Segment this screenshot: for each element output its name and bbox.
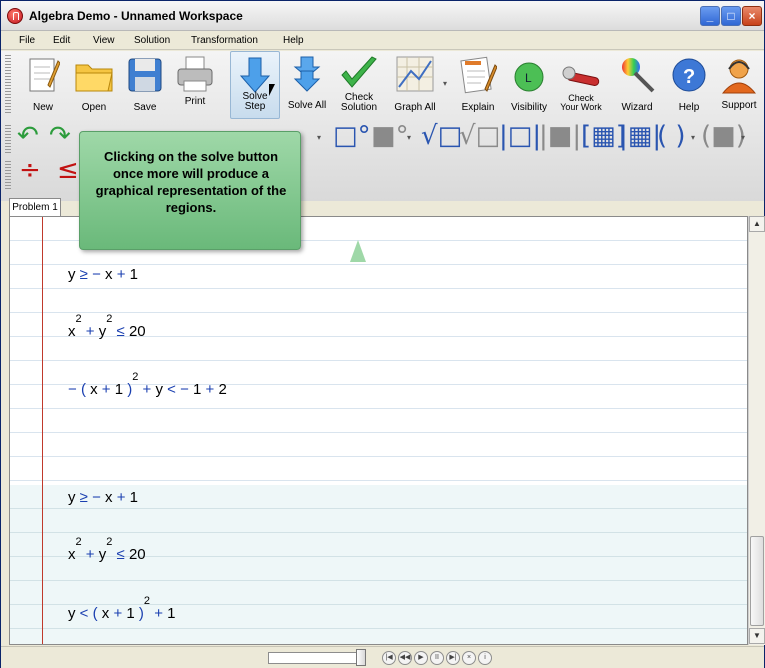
info-icon[interactable]: i — [478, 651, 492, 665]
menu-transformation[interactable]: Transformation — [191, 35, 258, 46]
svg-text:?: ? — [683, 66, 695, 88]
magic-wand-icon — [622, 58, 655, 93]
undo-icon[interactable]: ↶ — [17, 121, 39, 151]
help-icon: ? — [672, 58, 706, 92]
app-icon — [7, 8, 23, 24]
callout-pointer — [350, 240, 366, 262]
checkmark-icon — [341, 56, 377, 88]
status-bar: |◀ ◀◀ ▶ II ▶| × i — [1, 646, 764, 668]
app-window: Algebra Demo - Unnamed Workspace _ □ × F… — [0, 0, 765, 668]
absolute-value-icon[interactable]: |□| — [499, 121, 541, 151]
minimize-button[interactable]: _ — [700, 6, 720, 26]
help-button[interactable]: ? Help — [667, 51, 711, 119]
chevron-down-icon[interactable]: ▾ — [317, 133, 321, 142]
playback-slider-track[interactable] — [268, 652, 364, 664]
chevron-down-icon[interactable]: ▾ — [741, 133, 745, 142]
equation-6[interactable]: y < ( x + 1 )2 + 1 — [68, 595, 175, 622]
double-down-arrow-icon — [293, 56, 321, 92]
menu-bar: File Edit View Solution Transformation H… — [1, 32, 764, 50]
divide-icon[interactable]: ÷ — [19, 155, 41, 185]
mouse-cursor-icon — [269, 84, 281, 96]
wrench-icon — [562, 66, 600, 86]
play-icon[interactable]: ▶ — [414, 651, 428, 665]
playback-slider-handle[interactable] — [356, 649, 366, 666]
skip-start-icon[interactable]: |◀ — [382, 651, 396, 665]
printer-icon — [177, 56, 213, 92]
equation-3[interactable]: − ( x + 1 )2 + y < − 1 + 2 — [68, 371, 227, 398]
visibility-button[interactable]: L Visibility — [505, 51, 553, 119]
tutorial-callout: Clicking on the solve button once more w… — [79, 131, 366, 262]
scroll-up-icon[interactable]: ▲ — [749, 216, 765, 232]
scroll-thumb[interactable] — [750, 536, 764, 626]
title-bar: Algebra Demo - Unnamed Workspace _ □ × — [1, 1, 764, 31]
tab-problem-1[interactable]: Problem 1 — [9, 198, 61, 216]
redo-icon[interactable]: ↷ — [49, 121, 71, 151]
stop-icon[interactable]: × — [462, 651, 476, 665]
check-solution-button[interactable]: Check Solution — [336, 51, 382, 119]
scroll-down-icon[interactable]: ▼ — [749, 628, 765, 644]
support-button[interactable]: Support — [715, 51, 763, 119]
equation-2[interactable]: x2 + y2 ≤ 20 — [68, 313, 146, 340]
workspace[interactable]: y ≥ − x + 1 x2 + y2 ≤ 20 − ( x + 1 )2 + … — [9, 216, 748, 645]
down-arrow-icon — [239, 57, 271, 93]
chevron-down-icon[interactable]: ▾ — [407, 133, 411, 142]
equation-4[interactable]: y ≥ − x + 1 — [68, 489, 138, 506]
square-root-gray-icon[interactable]: √□ — [459, 121, 500, 151]
fast-forward-icon[interactable]: ▶| — [446, 651, 460, 665]
visibility-icon: L — [514, 62, 544, 92]
superscript-box-icon[interactable]: □° — [333, 121, 371, 151]
save-button[interactable]: Save — [123, 51, 167, 119]
graph-icon — [396, 56, 434, 92]
menu-edit[interactable]: Edit — [53, 35, 70, 46]
toolbar-grip[interactable] — [5, 55, 11, 115]
matrix-alt-icon[interactable]: |▦| — [619, 121, 661, 151]
callout-text: Clicking on the solve button once more w… — [95, 149, 287, 215]
absolute-value-gray-icon[interactable]: |■| — [539, 121, 581, 151]
graph-dropdown-arrow-icon[interactable]: ▾ — [443, 79, 447, 88]
maximize-button[interactable]: □ — [721, 6, 741, 26]
close-button[interactable]: × — [742, 6, 762, 26]
parentheses-gray-icon[interactable]: (■) — [701, 121, 746, 151]
support-agent-icon — [721, 59, 757, 94]
equation-5[interactable]: x2 + y2 ≤ 20 — [68, 536, 146, 563]
explain-button[interactable]: Explain — [455, 51, 501, 119]
menu-help[interactable]: Help — [283, 35, 304, 46]
solve-all-button[interactable]: Solve All — [282, 51, 332, 119]
less-equal-icon[interactable]: ≤ — [57, 155, 79, 185]
folder-icon — [75, 64, 113, 92]
floppy-disk-icon — [128, 58, 162, 92]
print-button[interactable]: Print — [173, 51, 217, 119]
svg-text:L: L — [525, 71, 532, 85]
open-button[interactable]: Open — [71, 51, 117, 119]
menu-file[interactable]: File — [19, 35, 35, 46]
square-root-icon[interactable]: √□ — [421, 121, 462, 151]
graph-all-button[interactable]: Graph All — [389, 51, 441, 119]
menu-solution[interactable]: Solution — [134, 35, 170, 46]
superscript-box-gray-icon[interactable]: ■° — [371, 121, 409, 151]
chevron-down-icon[interactable]: ▾ — [691, 133, 695, 142]
margin-line — [42, 217, 43, 644]
parentheses-icon[interactable]: ( ) — [657, 121, 686, 151]
new-button[interactable]: New — [21, 51, 65, 119]
wizard-button[interactable]: Wizard — [613, 51, 661, 119]
equation-1[interactable]: y ≥ − x + 1 — [68, 266, 138, 283]
document-pen-icon — [460, 56, 497, 94]
pause-icon[interactable]: II — [430, 651, 444, 665]
window-title: Algebra Demo - Unnamed Workspace — [29, 9, 243, 23]
menu-view[interactable]: View — [93, 35, 115, 46]
new-document-icon — [29, 58, 60, 92]
check-your-work-button[interactable]: Check Your Work — [557, 51, 605, 119]
vertical-scrollbar[interactable]: ▲ ▼ — [748, 216, 765, 645]
rewind-icon[interactable]: ◀◀ — [398, 651, 412, 665]
